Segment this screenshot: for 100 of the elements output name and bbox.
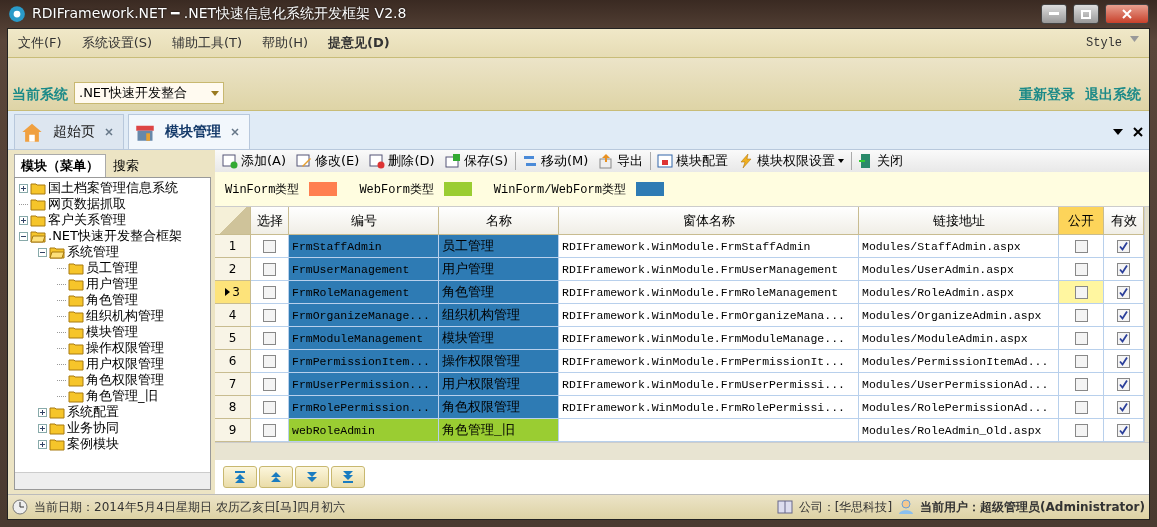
tree-item[interactable]: 操作权限管理 — [86, 339, 164, 357]
nav-button[interactable] — [259, 466, 293, 488]
checkbox[interactable] — [1074, 354, 1088, 368]
menu-item[interactable]: 系统设置(S) — [81, 34, 153, 52]
tree-item[interactable]: 国土档案管理信息系统 — [48, 179, 178, 197]
checkbox[interactable] — [263, 331, 276, 345]
checkbox[interactable] — [1117, 354, 1130, 368]
toolbar-button[interactable]: 保存(S) — [441, 152, 511, 171]
column-header[interactable]: 有效 — [1104, 207, 1144, 235]
row-header[interactable]: 1 — [215, 235, 251, 258]
table-cell: FrmStaffAdmin — [289, 235, 439, 258]
tree-item[interactable]: 角色权限管理 — [86, 371, 164, 389]
nav-button[interactable] — [331, 466, 365, 488]
panel-tab[interactable]: 模块（菜单） — [14, 154, 106, 177]
nav-button[interactable] — [223, 466, 257, 488]
row-header[interactable]: 7 — [215, 373, 251, 396]
toolbar-button[interactable]: 导出 — [595, 152, 647, 171]
tree-item[interactable]: 模块管理 — [86, 323, 138, 341]
style-menu[interactable]: Style — [1086, 36, 1139, 50]
scrollbar[interactable] — [15, 472, 210, 489]
tree-item[interactable]: 系统配置 — [67, 403, 119, 421]
checkbox[interactable] — [1074, 377, 1088, 391]
checkbox[interactable] — [1074, 423, 1088, 437]
row-header[interactable]: 5 — [215, 327, 251, 350]
checkbox[interactable] — [263, 354, 276, 368]
checkbox[interactable] — [1074, 262, 1088, 276]
tree-item[interactable]: .NET快速开发整合框架 — [48, 227, 182, 245]
toolbar-button[interactable]: 移动(M) — [514, 152, 592, 171]
toolbar-button[interactable]: 删除(D) — [366, 152, 438, 171]
checkbox[interactable] — [1074, 400, 1088, 414]
scrollbar[interactable] — [1144, 207, 1149, 442]
toolbar-button[interactable]: 关闭 — [851, 152, 907, 171]
checkbox[interactable] — [263, 262, 276, 276]
column-header[interactable]: 名称 — [439, 207, 559, 235]
checkbox[interactable] — [263, 377, 276, 391]
checkbox[interactable] — [1117, 423, 1130, 437]
expand-toggle[interactable] — [38, 407, 47, 417]
tree-item[interactable]: 角色管理_旧 — [86, 387, 158, 405]
column-header[interactable]: 公开 — [1059, 207, 1104, 235]
tree-item[interactable]: 业务协同 — [67, 419, 119, 437]
checkbox[interactable] — [1117, 262, 1130, 276]
column-header[interactable]: 选择 — [251, 207, 289, 235]
toolbar-button[interactable]: 添加(A) — [219, 152, 290, 171]
checkbox[interactable] — [263, 285, 276, 299]
tree-item[interactable]: 系统管理 — [67, 243, 119, 261]
tree-item[interactable]: 角色管理 — [86, 291, 138, 309]
tree-item[interactable]: 员工管理 — [86, 259, 138, 277]
tree-item[interactable]: 组织机构管理 — [86, 307, 164, 325]
checkbox[interactable] — [263, 400, 276, 414]
checkbox[interactable] — [1117, 285, 1130, 299]
document-tab[interactable]: 超始页 — [14, 114, 124, 149]
row-header[interactable]: 2 — [215, 258, 251, 281]
expand-toggle[interactable] — [19, 183, 28, 193]
tree-item[interactable]: 案例模块 — [67, 435, 119, 453]
collapse-toggle[interactable] — [38, 247, 47, 257]
row-header[interactable]: 4 — [215, 304, 251, 327]
toolbar-button[interactable]: 修改(E) — [293, 152, 363, 171]
column-header[interactable]: 链接地址 — [859, 207, 1059, 235]
checkbox[interactable] — [263, 423, 276, 437]
maximize-button[interactable] — [1073, 4, 1099, 24]
toolbar-button[interactable]: 模块权限设置 — [735, 152, 848, 171]
system-dropdown[interactable]: .NET快速开发整合 — [74, 82, 224, 104]
checkbox[interactable] — [1074, 331, 1088, 345]
tree-item[interactable]: 网页数据抓取 — [48, 195, 126, 213]
collapse-toggle[interactable] — [19, 231, 28, 241]
menu-item[interactable]: 帮助(H) — [262, 34, 309, 52]
minimize-button[interactable] — [1041, 4, 1067, 24]
checkbox[interactable] — [1074, 308, 1088, 322]
checkbox[interactable] — [263, 308, 276, 322]
tree-item[interactable]: 用户权限管理 — [86, 355, 164, 373]
expand-toggle[interactable] — [38, 439, 47, 449]
tree-item[interactable]: 客户关系管理 — [48, 211, 126, 229]
menu-item[interactable]: 文件(F) — [18, 34, 62, 52]
close-icon[interactable] — [1133, 127, 1143, 137]
menu-item[interactable]: 提意见(D) — [328, 34, 390, 52]
column-header[interactable]: 窗体名称 — [559, 207, 859, 235]
checkbox[interactable] — [1117, 308, 1130, 322]
menu-item[interactable]: 辅助工具(T) — [172, 34, 243, 52]
checkbox[interactable] — [1074, 239, 1088, 253]
nav-button[interactable] — [295, 466, 329, 488]
checkbox[interactable] — [1074, 285, 1088, 299]
expand-toggle[interactable] — [38, 423, 47, 433]
scrollbar[interactable] — [215, 442, 1149, 460]
dropdown-icon[interactable] — [1113, 129, 1123, 135]
checkbox[interactable] — [1117, 377, 1130, 391]
toolbar-button[interactable]: 模块配置 — [650, 152, 732, 171]
row-header[interactable]: 6 — [215, 350, 251, 373]
row-header[interactable]: 3 — [215, 281, 251, 304]
row-header[interactable]: 9 — [215, 419, 251, 442]
expand-toggle[interactable] — [19, 215, 28, 225]
close-button[interactable] — [1105, 4, 1149, 24]
checkbox[interactable] — [1117, 400, 1130, 414]
document-tab[interactable]: 模块管理 — [128, 114, 250, 149]
panel-tab[interactable]: 搜索 — [106, 154, 146, 177]
tree-item[interactable]: 用户管理 — [86, 275, 138, 293]
column-header[interactable]: 编号 — [289, 207, 439, 235]
row-header[interactable]: 8 — [215, 396, 251, 419]
checkbox[interactable] — [1117, 331, 1130, 345]
checkbox[interactable] — [1117, 239, 1130, 253]
checkbox[interactable] — [263, 239, 276, 253]
